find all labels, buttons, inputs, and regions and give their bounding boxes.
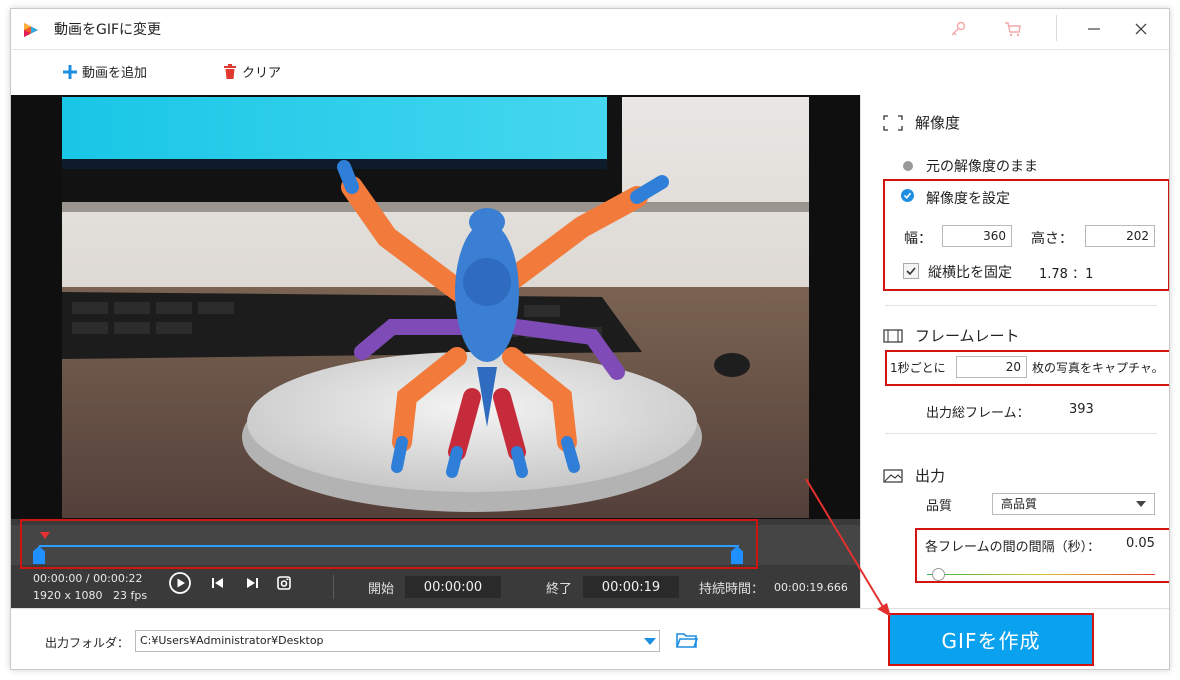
resolution-info: 1920 x 1080 <box>33 589 103 602</box>
output-section-title: 出力 <box>883 465 945 486</box>
dropdown-arrow-icon <box>1136 501 1146 507</box>
minimize-button[interactable] <box>1081 17 1107 41</box>
controls-divider <box>333 575 334 599</box>
original-resolution-radio[interactable] <box>903 161 913 171</box>
duration-value: 00:00:19.666 <box>774 581 848 594</box>
plus-icon <box>63 64 77 79</box>
create-gif-button[interactable]: GIFを作成 <box>888 613 1094 666</box>
fullscreen-icon <box>883 114 903 131</box>
fps-info: 23 fps <box>113 589 148 602</box>
close-icon <box>1135 23 1147 35</box>
framerate-section-title: フレームレート <box>883 325 1020 346</box>
total-frames-label: 出力総フレーム： <box>926 406 1030 421</box>
media-info: 1920 x 1080 23 fps <box>33 589 147 602</box>
framerate-title: フレームレート <box>915 327 1020 345</box>
section-divider-1 <box>885 305 1157 306</box>
trash-icon <box>224 64 236 79</box>
skip-forward-icon <box>247 578 258 588</box>
resolution-title: 解像度 <box>915 114 961 132</box>
skip-back-icon <box>212 578 223 588</box>
purchase-button[interactable] <box>1000 17 1026 41</box>
toolbar: 動画を追加 クリア <box>11 49 1169 95</box>
original-resolution-label[interactable]: 元の解像度のまま <box>926 156 1038 176</box>
snapshot-button[interactable] <box>272 571 296 595</box>
video-frame[interactable] <box>62 97 809 518</box>
total-frames-value: 393 <box>1069 402 1094 417</box>
time-separator: / <box>85 572 90 585</box>
play-icon <box>169 572 191 594</box>
add-video-label: 動画を追加 <box>82 66 148 81</box>
browse-folder-button[interactable] <box>676 631 700 651</box>
next-frame-button[interactable] <box>240 571 264 595</box>
current-time: 00:00:00 <box>33 572 83 585</box>
quality-value: 高品質 <box>1001 497 1038 511</box>
output-title: 出力 <box>915 467 946 485</box>
resolution-highlight-box <box>883 179 1169 291</box>
start-time-field[interactable]: 00:00:00 <box>405 576 501 598</box>
framerate-highlight-box <box>885 350 1169 386</box>
app-window: 動画をGIFに変更 動画を追加 クリア 00:00:00 / 00:00:22 … <box>10 8 1170 670</box>
end-time-field[interactable]: 00:00:19 <box>583 576 679 598</box>
folder-icon <box>676 633 699 648</box>
add-video-button[interactable]: 動画を追加 <box>63 62 147 81</box>
window-title: 動画をGIFに変更 <box>54 22 162 38</box>
end-label: 終了 <box>546 582 573 597</box>
settings-panel: 解像度 元の解像度のまま 解像度を設定 幅： 高さ： 縦横比を固定 1.78 ：… <box>860 95 1169 608</box>
duration-label: 持続時間： <box>699 582 765 597</box>
key-icon <box>951 21 966 36</box>
camera-icon <box>277 576 291 590</box>
minimize-icon <box>1088 28 1100 30</box>
time-readout: 00:00:00 / 00:00:22 <box>33 572 143 585</box>
start-label: 開始 <box>368 582 395 597</box>
resolution-section-title: 解像度 <box>883 112 960 133</box>
interval-highlight-box <box>915 528 1169 583</box>
title-bar: 動画をGIFに変更 <box>11 9 1169 49</box>
image-icon <box>883 468 903 483</box>
section-divider-2 <box>885 433 1157 434</box>
previous-frame-button[interactable] <box>206 571 230 595</box>
output-folder-label: 出力フォルダ： <box>45 636 130 650</box>
quality-label: 品質 <box>926 499 953 514</box>
total-time: 00:00:22 <box>93 572 143 585</box>
register-key-button[interactable] <box>945 17 971 41</box>
quality-select[interactable]: 高品質 <box>992 493 1155 515</box>
close-button[interactable] <box>1128 17 1154 41</box>
output-folder-path: C:¥Users¥Administrator¥Desktop <box>140 634 324 647</box>
cart-icon <box>1005 22 1021 37</box>
filmstrip-icon <box>883 328 903 343</box>
dropdown-arrow-icon <box>644 637 656 645</box>
play-button[interactable] <box>168 571 192 595</box>
clear-label: クリア <box>242 66 282 81</box>
bottom-bar: 出力フォルダ： C:¥Users¥Administrator¥Desktop G… <box>11 608 1169 669</box>
clear-button[interactable]: クリア <box>223 62 281 81</box>
video-preview-area: 00:00:00 / 00:00:22 1920 x 1080 23 fps <box>11 95 860 608</box>
titlebar-divider <box>1056 15 1057 41</box>
folder-dropdown-button[interactable] <box>641 631 659 651</box>
timeline-highlight-box <box>20 519 758 569</box>
output-folder-field[interactable]: C:¥Users¥Administrator¥Desktop <box>135 630 660 652</box>
app-logo-icon <box>24 23 38 37</box>
video-thumbnail <box>62 97 809 518</box>
